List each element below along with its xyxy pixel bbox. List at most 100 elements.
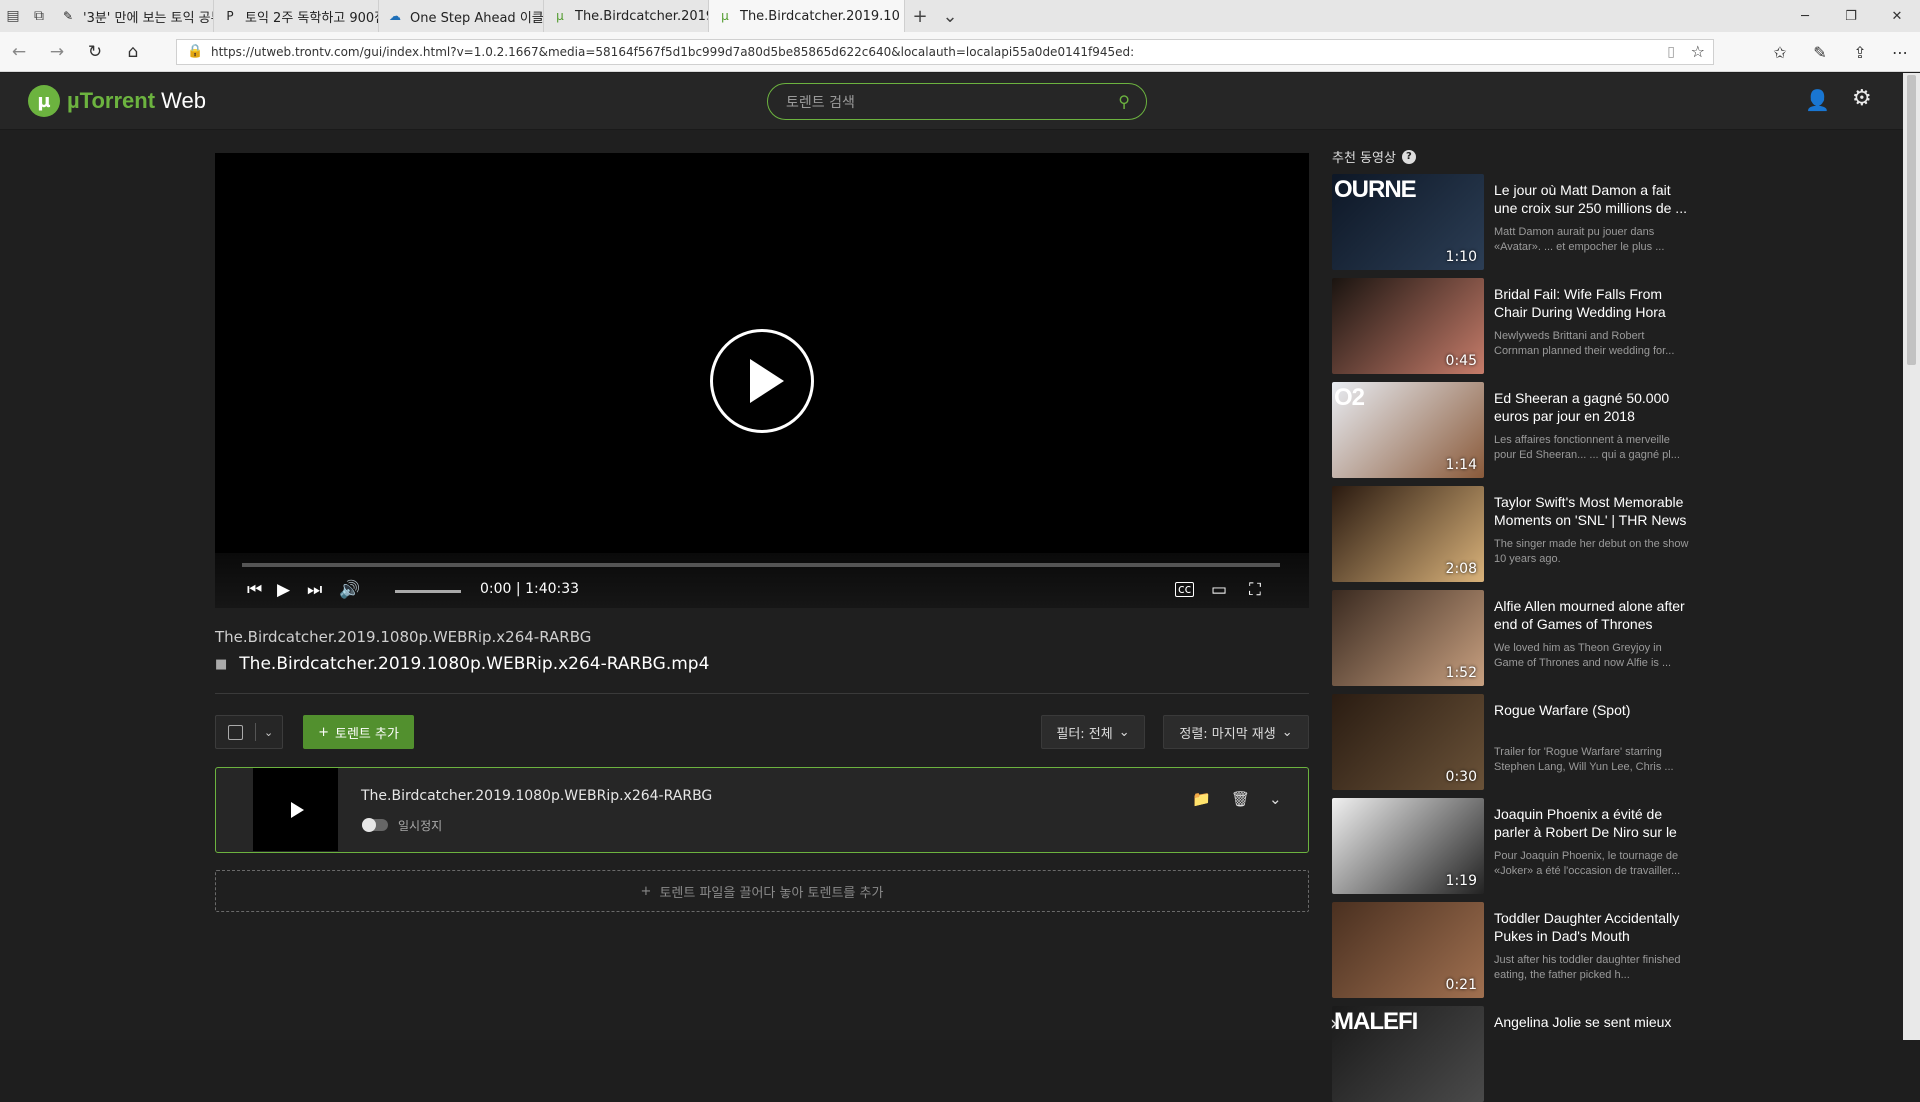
recommended-title-text[interactable]: Rogue Warfare (Spot) <box>1494 701 1690 719</box>
back-icon[interactable]: ← <box>0 42 38 62</box>
thumbnail-caption: O2 <box>1334 384 1365 411</box>
more-menu-icon[interactable]: ⋯ <box>1880 32 1920 72</box>
browser-tab-4[interactable]: µ The.Birdcatcher.2019.1080p <box>544 0 709 32</box>
utorrent-logo-icon: µ <box>28 85 60 117</box>
recommended-thumbnail[interactable]: MALEFI <box>1332 1006 1484 1102</box>
recommended-item[interactable]: 0:30 Rogue Warfare (Spot) Trailer for 'Rog… <box>1332 694 1692 790</box>
restore-icon[interactable]: ❐ <box>1828 0 1874 32</box>
tab-preview-chevron-icon[interactable]: ⌄ <box>935 0 965 32</box>
recommended-title-text[interactable]: Alfie Allen mourned alone after end of G… <box>1494 597 1690 633</box>
video-duration: 0:30 <box>1445 769 1477 785</box>
folder-icon[interactable]: 📁 <box>1192 790 1211 808</box>
recommended-item[interactable]: 0:45 Bridal Fail: Wife Falls From Chair D… <box>1332 278 1692 374</box>
recommended-description: Matt Damon aurait pu jouer dans «Avatar»… <box>1494 226 1665 253</box>
pause-toggle[interactable] <box>362 818 388 832</box>
recommended-title-text[interactable]: Joaquin Phoenix a évité de parler à Robe… <box>1494 805 1690 841</box>
captions-icon[interactable]: cc <box>1175 582 1195 597</box>
recommended-title-text[interactable]: Le jour où Matt Damon a fait une croix s… <box>1494 181 1690 217</box>
time-current: 0:00 <box>480 581 512 597</box>
recommended-title-text[interactable]: Taylor Swift's Most Memorable Moments on… <box>1494 493 1690 529</box>
search-placeholder: 토렌트 검색 <box>786 94 855 111</box>
thumbnail-caption: MALEFI <box>1334 1008 1418 1035</box>
recommended-description: Newlyweds Brittani and Robert Cornman pl… <box>1494 330 1675 357</box>
seek-bar[interactable] <box>242 563 1280 567</box>
add-torrent-button[interactable]: + 토렌트 추가 <box>303 715 414 749</box>
remote-access-icon[interactable]: 👤 <box>1805 88 1830 112</box>
recommended-thumbnail[interactable]: 1:19 <box>1332 798 1484 894</box>
share-icon[interactable]: ⇪ <box>1840 32 1880 72</box>
utorrent-logo[interactable]: µ µTorrent Web <box>28 85 206 117</box>
gear-icon[interactable]: ⚙ <box>1852 86 1872 111</box>
player-control-bar: ⏮ ▶ ⏭ 🔊 0:00 | 1:40:33 cc ▭ ⛶ <box>215 553 1309 608</box>
browser-tab-1[interactable]: ✎ '3분' 만에 보는 토익 공부법 <box>52 0 214 32</box>
minimize-icon[interactable]: ─ <box>1782 0 1828 32</box>
chevron-down-icon: ⌄ <box>1118 724 1130 740</box>
play-icon <box>750 359 784 403</box>
recommended-title-text[interactable]: Ed Sheeran a gagné 50.000 euros par jour… <box>1494 389 1690 425</box>
reading-view-icon[interactable]: ▯ <box>1667 44 1675 60</box>
big-play-button[interactable] <box>710 329 814 433</box>
notes-pen-icon[interactable]: ✎ <box>1800 32 1840 72</box>
recommended-thumbnail[interactable]: 0:21 <box>1332 902 1484 998</box>
url-field[interactable]: 🔒 https://utweb.trontv.com/gui/index.htm… <box>176 39 1714 65</box>
recommended-thumbnail[interactable]: 1:52 <box>1332 590 1484 686</box>
select-all-dropdown[interactable]: ⌄ <box>215 715 283 749</box>
refresh-icon[interactable]: ↻ <box>76 42 114 62</box>
fullscreen-icon[interactable]: ⛶ <box>1249 580 1261 600</box>
new-tab-icon[interactable]: + <box>905 0 935 32</box>
recommended-thumbnail[interactable]: 2:08 <box>1332 486 1484 582</box>
tab-actions-icon[interactable]: ▤ <box>0 0 26 32</box>
chevron-down-icon[interactable]: ⌄ <box>1269 790 1282 808</box>
recommended-item[interactable]: MALEFI Angelina Jolie se sent mieux <box>1332 1006 1692 1102</box>
browser-tab-2[interactable]: P 토익 2주 독학하고 900점대 <box>214 0 379 32</box>
recommended-title-text[interactable]: Bridal Fail: Wife Falls From Chair Durin… <box>1494 285 1690 321</box>
recommended-item[interactable]: 1:19 Joaquin Phoenix a évité de parler à … <box>1332 798 1692 894</box>
help-icon[interactable]: ? <box>1401 149 1416 164</box>
chevron-right-icon[interactable]: › <box>1330 1011 1338 1035</box>
theater-mode-icon[interactable]: ▭ <box>1211 580 1227 600</box>
trash-icon[interactable]: 🗑 <box>1231 790 1250 808</box>
video-player[interactable]: ⏮ ▶ ⏭ 🔊 0:00 | 1:40:33 cc ▭ ⛶ <box>215 153 1309 608</box>
forward-icon[interactable]: → <box>38 42 76 62</box>
logo-brand: µTorrent <box>67 88 156 113</box>
recommended-item[interactable]: OURNE 1:10 Le jour où Matt Damon a fait un… <box>1332 174 1692 270</box>
page-scrollbar[interactable] <box>1903 73 1920 1040</box>
scrollbar-thumb[interactable] <box>1907 75 1916 365</box>
recommended-thumbnail[interactable]: 0:30 <box>1332 694 1484 790</box>
recommended-title-text[interactable]: Angelina Jolie se sent mieux <box>1494 1013 1690 1031</box>
set-aside-tabs-icon[interactable]: ⧉ <box>26 0 52 32</box>
browser-tab-label: One Step Ahead 이클루시큐 <box>410 10 544 26</box>
previous-icon[interactable]: ⏮ <box>247 580 262 600</box>
select-all-checkbox[interactable] <box>228 724 243 740</box>
recommended-thumbnail[interactable]: 0:45 <box>1332 278 1484 374</box>
volume-icon[interactable]: 🔊 <box>339 580 360 600</box>
favorite-star-icon[interactable]: ☆ <box>1691 42 1705 61</box>
recommended-thumbnail[interactable]: O2 1:14 <box>1332 382 1484 478</box>
utorrent-icon: µ <box>556 9 564 23</box>
torrent-play-button[interactable] <box>253 768 338 851</box>
current-file-name: The.Birdcatcher.2019.1080p.WEBRip.x264-R… <box>239 654 710 674</box>
recommended-title-text[interactable]: Toddler Daughter Accidentally Pukes in D… <box>1494 909 1690 945</box>
close-window-icon[interactable]: ✕ <box>1874 0 1920 32</box>
search-icon[interactable]: ⚲ <box>1118 92 1130 111</box>
recommended-item[interactable]: 2:08 Taylor Swift's Most Memorable Moment… <box>1332 486 1692 582</box>
recommended-thumbnail[interactable]: OURNE 1:10 <box>1332 174 1484 270</box>
sort-dropdown[interactable]: 정렬: 마지막 재생 ⌄ <box>1163 715 1309 749</box>
favorites-hub-icon[interactable]: ✩ <box>1760 32 1800 72</box>
browser-tab-5-active[interactable]: µ The.Birdcatcher.2019.10 ✕ <box>709 0 905 32</box>
torrent-item[interactable]: The.Birdcatcher.2019.1080p.WEBRip.x264-R… <box>215 767 1309 853</box>
play-icon[interactable]: ▶ <box>277 580 290 600</box>
recommended-description: Les affaires fonctionnent à merveille po… <box>1494 434 1680 461</box>
chevron-down-icon[interactable]: ⌄ <box>264 726 273 739</box>
next-icon[interactable]: ⏭ <box>307 580 322 600</box>
torrent-search-input[interactable]: 토렌트 검색 ⚲ <box>767 83 1147 120</box>
home-icon[interactable]: ⌂ <box>114 42 152 62</box>
browser-tab-3[interactable]: ☁ One Step Ahead 이클루시큐 <box>379 0 544 32</box>
torrent-drop-zone[interactable]: + 토렌트 파일을 끌어다 놓아 토렌트를 추가 <box>215 870 1309 912</box>
filter-dropdown[interactable]: 필터: 전체 ⌄ <box>1041 715 1145 749</box>
recommended-item[interactable]: O2 1:14 Ed Sheeran a gagné 50.000 euros pa… <box>1332 382 1692 478</box>
volume-slider[interactable] <box>395 590 461 593</box>
recommended-item[interactable]: 1:52 Alfie Allen mourned alone after end … <box>1332 590 1692 686</box>
browser-tab-label: The.Birdcatcher.2019.10 <box>740 8 900 24</box>
recommended-item[interactable]: 0:21 Toddler Daughter Accidentally Pukes … <box>1332 902 1692 998</box>
